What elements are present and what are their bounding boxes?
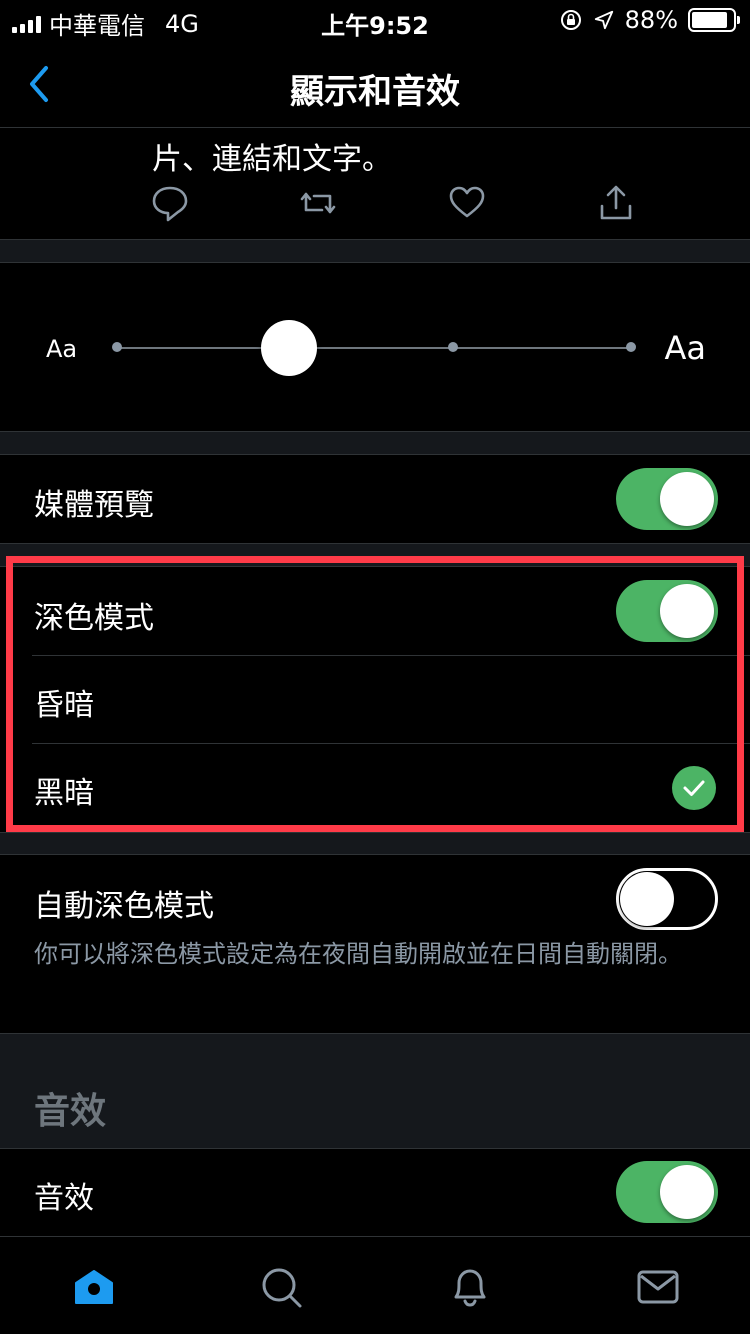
media-preview-toggle[interactable] xyxy=(616,468,718,530)
auto-dark-mode-label: 自動深色模式 xyxy=(34,889,214,924)
messages-icon[interactable] xyxy=(636,1265,680,1309)
font-size-small-label: Aa xyxy=(46,335,78,363)
sound-section-title: 音效 xyxy=(34,1091,107,1132)
auto-dark-mode-row: 自動深色模式 xyxy=(0,855,750,943)
tab-bar xyxy=(0,1236,750,1334)
battery-icon xyxy=(688,8,740,32)
orientation-lock-icon xyxy=(560,10,581,30)
sound-effects-label: 音效 xyxy=(34,1181,94,1216)
media-preview-row: 媒體預覽 xyxy=(0,455,750,543)
font-size-large-label: Aa xyxy=(664,329,707,367)
like-icon xyxy=(447,182,487,224)
slider-thumb[interactable] xyxy=(261,320,317,376)
slider-step[interactable] xyxy=(626,342,636,352)
notifications-icon[interactable] xyxy=(448,1265,492,1309)
tweet-preview-text: 片、連結和文字。 xyxy=(152,142,392,177)
status-bar: 中華電信 4G 上午9:52 88% xyxy=(0,0,750,42)
status-right: 88% xyxy=(559,6,740,34)
slider-step[interactable] xyxy=(448,342,458,352)
search-icon[interactable] xyxy=(259,1265,303,1309)
retweet-icon xyxy=(298,182,338,224)
navigation-bar: 顯示和音效 xyxy=(0,42,750,128)
sound-section-header: 音效 xyxy=(0,1033,750,1149)
auto-dark-mode-toggle[interactable] xyxy=(616,868,718,930)
media-preview-label: 媒體預覽 xyxy=(34,488,154,523)
tweet-preview-actions xyxy=(0,182,750,228)
font-size-slider[interactable]: Aa Aa xyxy=(0,263,750,431)
home-icon[interactable] xyxy=(72,1265,116,1309)
slider-track[interactable] xyxy=(117,347,631,349)
section-divider xyxy=(0,832,750,855)
sound-effects-row: 音效 xyxy=(0,1149,750,1236)
section-divider xyxy=(0,239,750,263)
page-title: 顯示和音效 xyxy=(290,72,460,112)
battery-percent: 88% xyxy=(624,6,678,34)
sound-effects-toggle[interactable] xyxy=(616,1161,718,1223)
highlight-box xyxy=(6,556,744,832)
location-icon xyxy=(594,10,613,30)
share-icon xyxy=(596,182,636,224)
reply-icon xyxy=(150,182,190,224)
section-divider xyxy=(0,431,750,455)
slider-step[interactable] xyxy=(112,342,122,352)
auto-dark-mode-description: 你可以將深色模式設定為在夜間自動開啟並在日間自動關閉。 xyxy=(34,940,682,968)
